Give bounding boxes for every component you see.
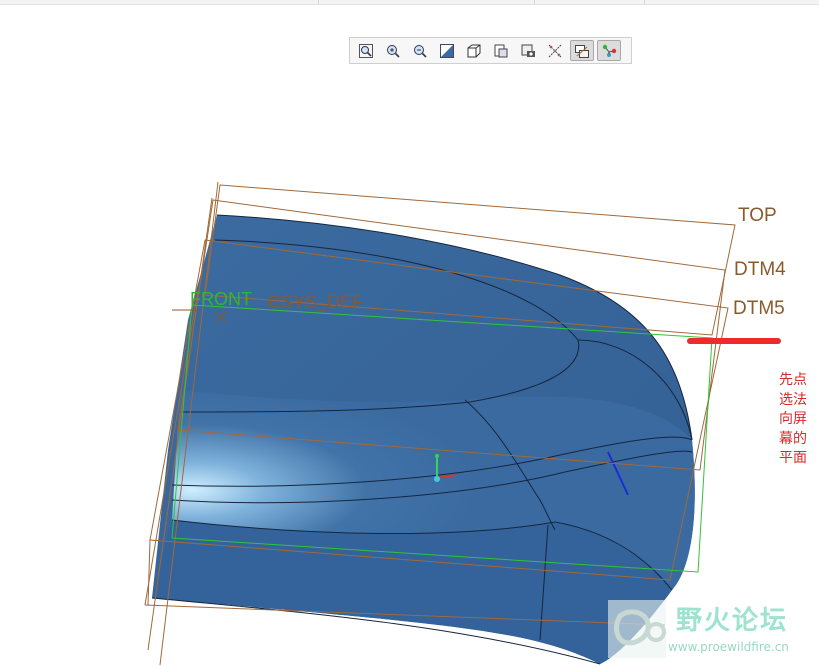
watermark: 野火论坛 www.proewildfire.cn (606, 598, 816, 662)
annotation-text: 先点选法向屏幕的平面 (779, 372, 807, 466)
watermark-url: www.proewildfire.cn (668, 640, 789, 654)
spin-center-icon (602, 44, 617, 57)
zoom-out-icon (414, 44, 427, 58)
perspective-button[interactable] (543, 40, 567, 61)
model-body[interactable] (152, 215, 695, 664)
saved-orientations-icon (494, 44, 508, 57)
datum-label-dtm5[interactable]: DTM5 (733, 298, 785, 319)
datum-label-top[interactable]: TOP (738, 205, 777, 226)
zoom-in-button[interactable] (381, 40, 405, 61)
repaint-icon (440, 43, 454, 58)
datum-label-front[interactable]: FRONT (190, 289, 252, 309)
view-toolbar (349, 37, 632, 64)
display-style-icon (467, 44, 481, 57)
view-manager-icon (521, 44, 535, 57)
model-viewport[interactable]: TOP DTM4 DTM5 FRONT CSYS_DEF (0, 0, 819, 666)
datum-display-button[interactable] (570, 40, 594, 61)
display-style-button[interactable] (462, 40, 486, 61)
datum-display-icon (575, 44, 589, 58)
csys-label[interactable]: CSYS_DEF (268, 292, 363, 313)
refit-icon (359, 43, 373, 58)
repaint-button[interactable] (435, 40, 459, 61)
spin-center-button[interactable] (597, 40, 621, 61)
view-manager-button[interactable] (516, 40, 540, 61)
saved-orientations-button[interactable] (489, 40, 513, 61)
datum-label-dtm4[interactable]: DTM4 (734, 259, 786, 280)
zoom-out-button[interactable] (408, 40, 432, 61)
watermark-title: 野火论坛 (676, 606, 789, 636)
watermark-logo (608, 600, 666, 658)
perspective-icon (548, 44, 562, 57)
zoom-in-icon (387, 44, 400, 58)
refit-button[interactable] (354, 40, 378, 61)
